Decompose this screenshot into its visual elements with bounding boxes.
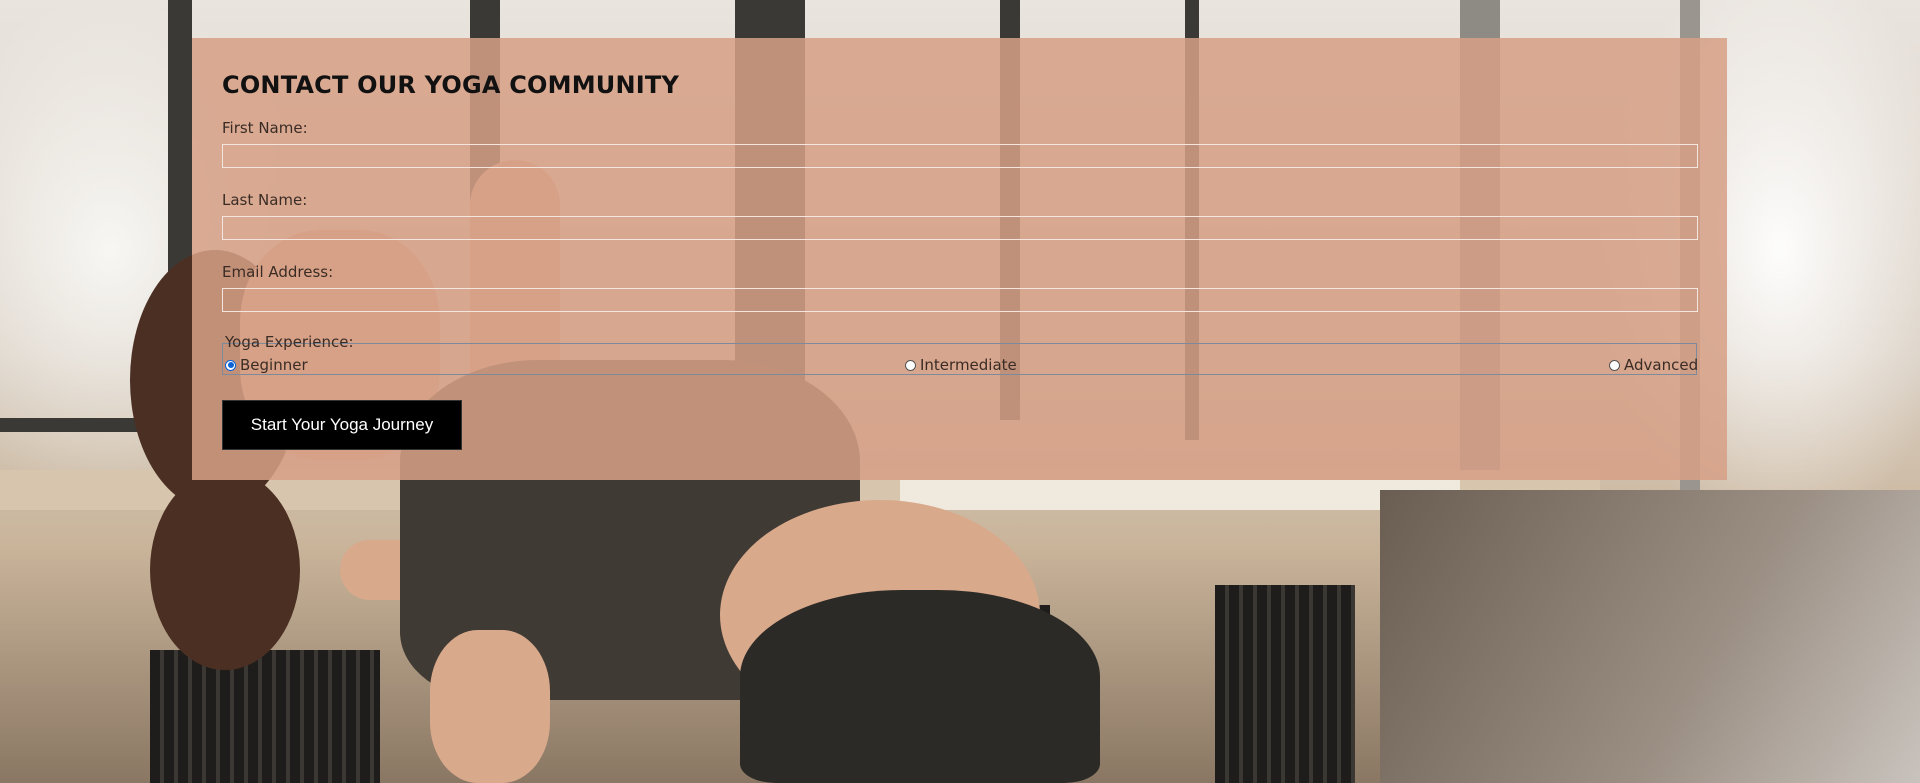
radio-intermediate-label: Intermediate	[920, 356, 1017, 374]
last-name-input[interactable]	[222, 216, 1698, 240]
radio-intermediate-dot[interactable]	[905, 359, 916, 371]
radio-intermediate[interactable]: Intermediate	[905, 356, 1017, 374]
email-group: Email Address:	[222, 262, 1698, 312]
radio-advanced-dot[interactable]	[1609, 359, 1620, 371]
experience-legend: Yoga Experience:	[225, 333, 354, 351]
radio-beginner-label: Beginner	[240, 356, 308, 374]
email-input[interactable]	[222, 288, 1698, 312]
contact-form-card: CONTACT OUR YOGA COMMUNITY First Name: L…	[192, 38, 1727, 480]
email-label: Email Address:	[222, 263, 334, 281]
first-name-input[interactable]	[222, 144, 1698, 168]
last-name-label: Last Name:	[222, 191, 308, 209]
radio-advanced-label: Advanced	[1624, 356, 1699, 374]
radio-beginner-dot[interactable]	[225, 359, 236, 371]
start-journey-button[interactable]: Start Your Yoga Journey	[222, 400, 462, 450]
form-title: CONTACT OUR YOGA COMMUNITY	[222, 71, 680, 99]
last-name-group: Last Name:	[222, 190, 1698, 240]
experience-fieldset: Yoga Experience: Beginner Intermediate A…	[222, 333, 1698, 375]
radio-beginner[interactable]: Beginner	[225, 356, 308, 374]
first-name-label: First Name:	[222, 119, 308, 137]
radio-advanced[interactable]: Advanced	[1609, 356, 1698, 374]
first-name-group: First Name:	[222, 118, 1698, 168]
